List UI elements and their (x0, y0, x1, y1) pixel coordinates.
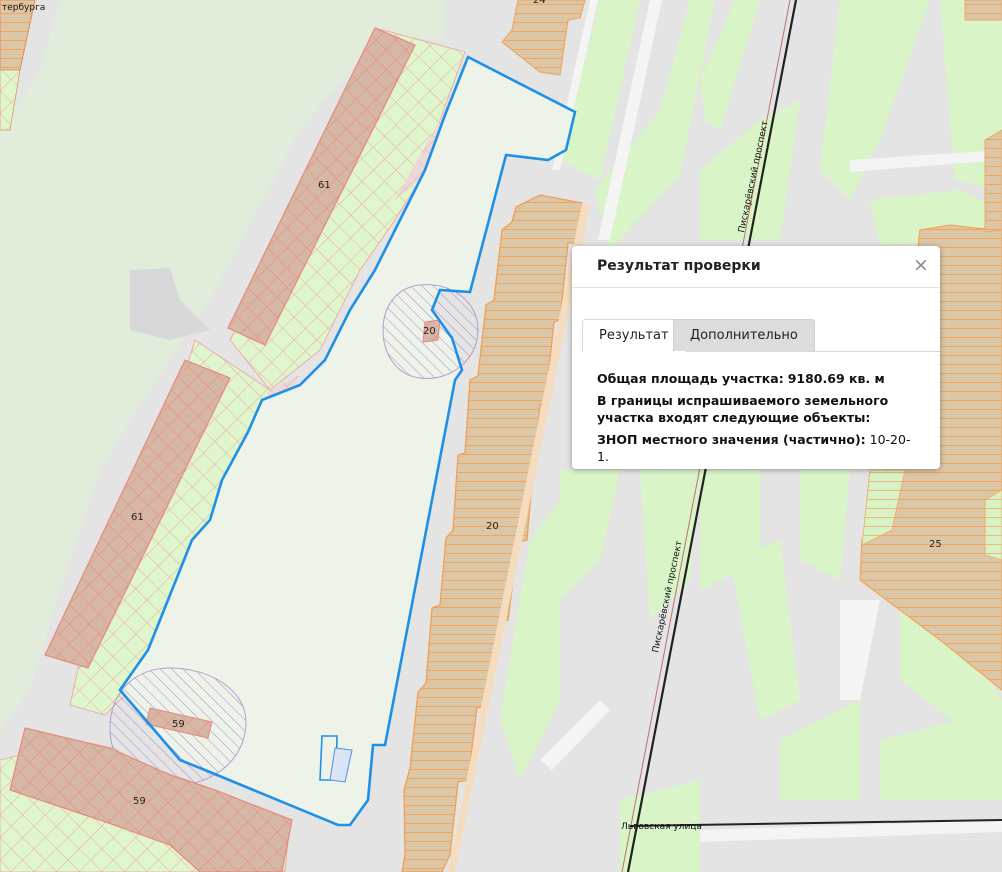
popup-tabs: Результат Дополнительно (582, 319, 940, 352)
street-label-lvovskaya: Львовская улица (621, 822, 702, 832)
building-right-top (984, 129, 1002, 233)
parcel-label-20-small: 20 (423, 326, 436, 337)
area-value: 9180.69 кв. м (787, 371, 885, 386)
parcel-label-59-small: 59 (172, 719, 185, 730)
close-icon[interactable]: × (912, 256, 930, 275)
zone-25-green2 (984, 489, 1002, 561)
tab-result[interactable]: Результат (582, 319, 686, 352)
objects-intro: В границы испрашиваемого земельного учас… (597, 393, 889, 425)
znop-row: ЗНОП местного значения (частично): 10-20… (597, 431, 920, 465)
tab-additional[interactable]: Дополнительно (673, 319, 815, 351)
check-result-popup: Результат проверки × Результат Дополните… (572, 246, 940, 469)
area-row: Общая площадь участка: 9180.69 кв. м (597, 370, 920, 387)
street-label-top-left: тербурга (2, 3, 45, 13)
parcel-label-25: 25 (929, 539, 942, 550)
parcel-label-20-long: 20 (486, 521, 499, 532)
area-label: Общая площадь участка: (597, 371, 784, 386)
parcel-label-61-lower: 61 (131, 512, 144, 523)
building-right-top2 (964, 0, 1002, 21)
popup-body: Общая площадь участка: 9180.69 кв. м В г… (597, 370, 920, 470)
popup-title: Результат проверки (597, 258, 761, 274)
parcel-label-24: 24 (533, 0, 546, 6)
znop-label: ЗНОП местного значения (частично): (597, 432, 866, 447)
parcel-label-59-lower: 59 (133, 796, 146, 807)
parcel-label-61-upper: 61 (318, 180, 331, 191)
popup-header: Результат проверки × (572, 246, 940, 288)
